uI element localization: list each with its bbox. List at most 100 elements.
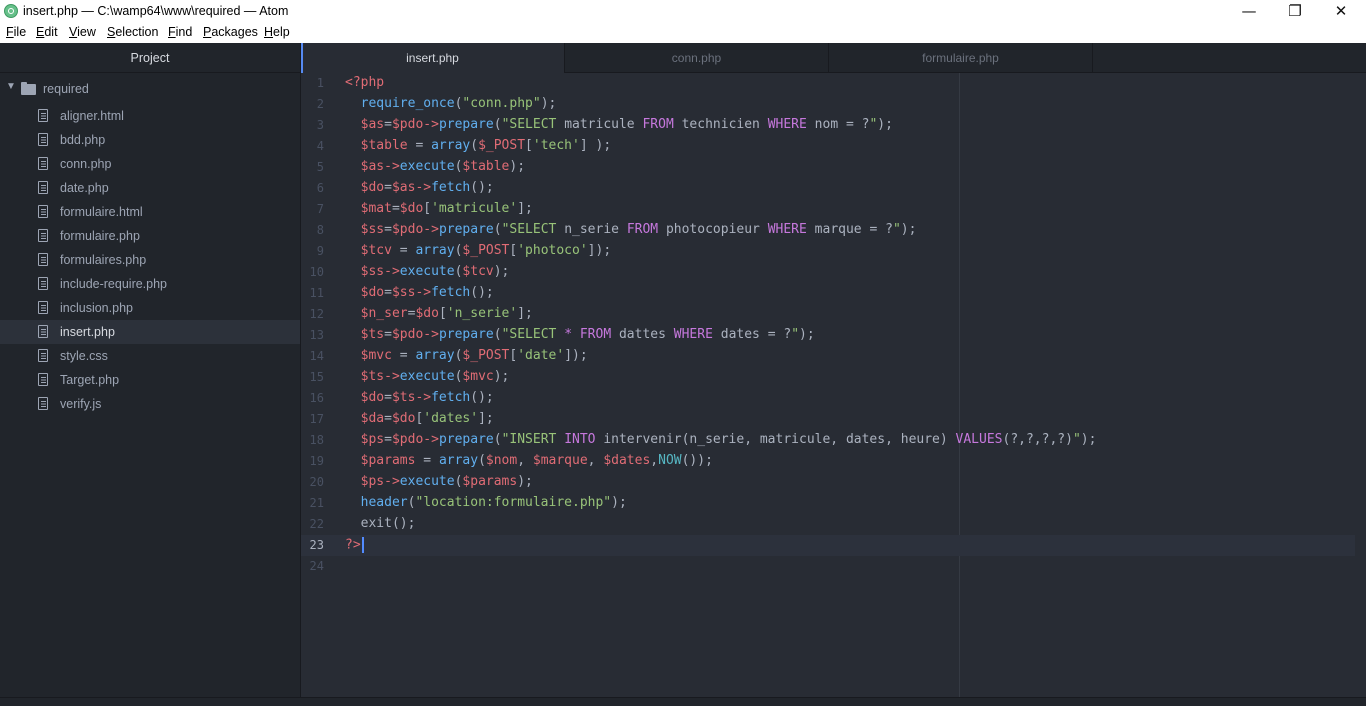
file-item[interactable]: inclusion.php — [0, 296, 300, 320]
line-number: 2 — [316, 97, 324, 111]
menu-selection[interactable]: Selection — [107, 25, 158, 39]
atom-app-icon — [4, 4, 18, 18]
code-line[interactable]: 18 $ps=$pdo->prepare("INSERT INTO interv… — [301, 430, 1366, 451]
file-item[interactable]: Target.php — [0, 368, 300, 392]
file-text-icon — [38, 397, 48, 410]
code-line[interactable]: 4 $table = array($_POST['tech'] ); — [301, 136, 1366, 157]
code-text: $table = array($_POST['tech'] ); — [360, 138, 612, 153]
file-item[interactable]: formulaires.php — [0, 248, 300, 272]
file-text-icon — [38, 181, 48, 194]
code-line[interactable]: 10 $ss->execute($tcv); — [301, 262, 1366, 283]
minimize-button[interactable]: — — [1226, 0, 1272, 23]
code-line[interactable]: 6 $do=$as->fetch(); — [301, 178, 1366, 199]
file-item[interactable]: conn.php — [0, 152, 300, 176]
file-label: formulaire.php — [60, 229, 140, 243]
file-item[interactable]: formulaire.php — [0, 224, 300, 248]
menu-view[interactable]: View — [69, 25, 96, 39]
file-item[interactable]: date.php — [0, 176, 300, 200]
code-line[interactable]: 7 $mat=$do['matricule']; — [301, 199, 1366, 220]
tab-insert-php[interactable]: insert.php — [301, 43, 565, 74]
code-line[interactable]: 20 $ps->execute($params); — [301, 472, 1366, 493]
file-label: bdd.php — [60, 133, 106, 147]
code-editor[interactable]: 1 <?php 2 require_once("conn.php"); 3 $as=$… — [301, 73, 1366, 697]
tab-formulaire-php[interactable]: formulaire.php — [829, 43, 1093, 73]
file-text-icon — [38, 253, 48, 266]
code-text: $da=$do['dates']; — [360, 411, 494, 426]
menu-file[interactable]: File — [6, 25, 26, 39]
code-line[interactable]: 12 $n_ser=$do['n_serie']; — [301, 304, 1366, 325]
code-text: $as->execute($table); — [360, 159, 526, 174]
file-text-icon — [38, 205, 48, 218]
file-item[interactable]: include-require.php — [0, 272, 300, 296]
line-number: 13 — [309, 328, 324, 342]
code-text: $do=$ts->fetch(); — [360, 390, 494, 405]
file-item[interactable]: formulaire.html — [0, 200, 300, 224]
code-text: $mvc = array($_POST['date']); — [360, 348, 588, 363]
line-number: 8 — [316, 223, 324, 237]
file-label: formulaire.html — [60, 205, 143, 219]
code-text: ?> — [345, 537, 364, 553]
file-text-icon — [38, 109, 48, 122]
code-line[interactable]: 14 $mvc = array($_POST['date']); — [301, 346, 1366, 367]
line-number: 3 — [316, 118, 324, 132]
file-text-icon — [38, 157, 48, 170]
code-line[interactable]: 9 $tcv = array($_POST['photoco']); — [301, 241, 1366, 262]
code-text: $mat=$do['matricule']; — [360, 201, 533, 216]
code-text: $do=$ss->fetch(); — [360, 285, 494, 300]
line-number: 17 — [309, 412, 324, 426]
project-panel-title[interactable]: Project — [0, 43, 300, 73]
line-number: 10 — [309, 265, 324, 279]
menu-packages[interactable]: Packages — [203, 25, 258, 39]
menu-help[interactable]: Help — [264, 25, 290, 39]
file-label: formulaires.php — [60, 253, 147, 267]
line-number: 14 — [309, 349, 324, 363]
line-number: 23 — [309, 538, 324, 552]
code-line[interactable]: 1 <?php — [301, 73, 1366, 94]
file-text-icon — [38, 325, 48, 338]
menu-find[interactable]: Find — [168, 25, 192, 39]
code-line[interactable]: 16 $do=$ts->fetch(); — [301, 388, 1366, 409]
line-number: 12 — [309, 307, 324, 321]
file-label: style.css — [60, 349, 108, 363]
code-text: $ss->execute($tcv); — [360, 264, 510, 279]
line-number: 18 — [309, 433, 324, 447]
code-text: $ts->execute($mvc); — [360, 369, 510, 384]
code-text: $ss=$pdo->prepare("SELECT n_serie FROM p… — [360, 222, 917, 237]
code-line[interactable]: 13 $ts=$pdo->prepare("SELECT * FROM datt… — [301, 325, 1366, 346]
file-item[interactable]: bdd.php — [0, 128, 300, 152]
close-button[interactable]: ✕ — [1318, 0, 1364, 23]
code-text: $do=$as->fetch(); — [360, 180, 494, 195]
code-line[interactable]: 24 — [301, 556, 1366, 577]
code-line[interactable]: 11 $do=$ss->fetch(); — [301, 283, 1366, 304]
line-number: 7 — [316, 202, 324, 216]
code-line[interactable]: 17 $da=$do['dates']; — [301, 409, 1366, 430]
file-label: Target.php — [60, 373, 120, 387]
line-number: 11 — [309, 286, 324, 300]
file-item[interactable]: aligner.html — [0, 104, 300, 128]
code-text: $as=$pdo->prepare("SELECT matricule FROM… — [360, 117, 893, 132]
code-line[interactable]: 15 $ts->execute($mvc); — [301, 367, 1366, 388]
line-number: 22 — [309, 517, 324, 531]
file-label: include-require.php — [60, 277, 168, 291]
tab-conn-php[interactable]: conn.php — [565, 43, 829, 73]
menu-edit[interactable]: Edit — [36, 25, 58, 39]
root-folder-required[interactable]: ▼ required — [0, 78, 300, 100]
code-line[interactable]: 21 header("location:formulaire.php"); — [301, 493, 1366, 514]
line-number: 21 — [309, 496, 324, 510]
file-item[interactable]: style.css — [0, 344, 300, 368]
code-line[interactable]: 5 $as->execute($table); — [301, 157, 1366, 178]
file-text-icon — [38, 229, 48, 242]
maximize-button[interactable]: ❐ — [1272, 0, 1318, 23]
code-line[interactable]: 19 $params = array($nom, $marque, $dates… — [301, 451, 1366, 472]
code-line[interactable]: 8 $ss=$pdo->prepare("SELECT n_serie FROM… — [301, 220, 1366, 241]
title-bar: insert.php — C:\wamp64\www\required — At… — [0, 0, 1366, 23]
file-item[interactable]: verify.js — [0, 392, 300, 416]
code-line[interactable]: 23 ?> — [301, 535, 1355, 556]
file-item[interactable]: insert.php — [0, 320, 300, 344]
code-line[interactable]: 3 $as=$pdo->prepare("SELECT matricule FR… — [301, 115, 1366, 136]
code-line[interactable]: 22 exit(); — [301, 514, 1366, 535]
code-text: $ts=$pdo->prepare("SELECT * FROM dattes … — [360, 327, 815, 342]
code-line[interactable]: 2 require_once("conn.php"); — [301, 94, 1366, 115]
line-number: 16 — [309, 391, 324, 405]
code-text: exit(); — [345, 516, 416, 531]
